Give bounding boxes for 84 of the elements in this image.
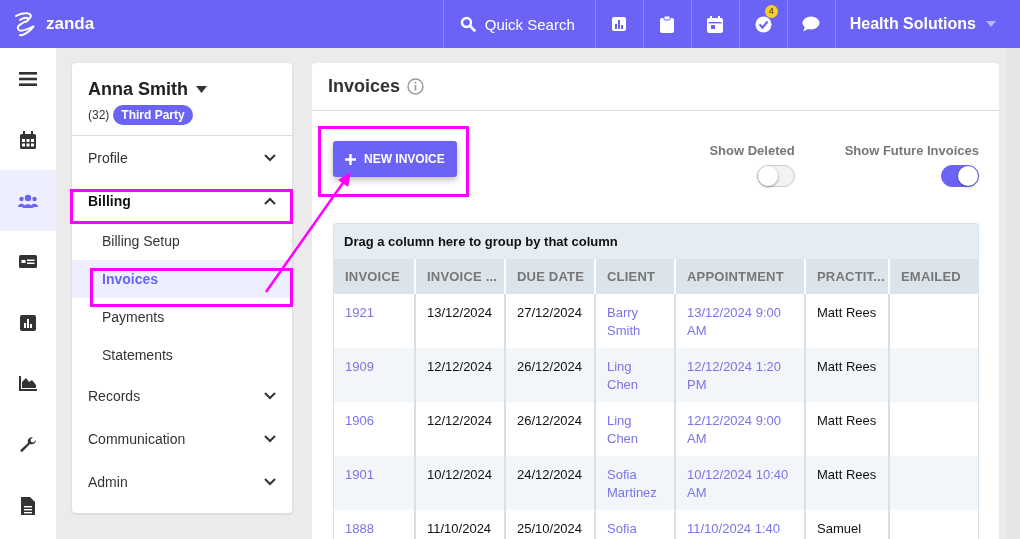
wrench-icon — [19, 435, 37, 454]
menu-item[interactable]: Billing Setup — [72, 222, 292, 260]
column-header[interactable]: INVOICE ... — [416, 259, 506, 294]
table-link[interactable]: Sofia Martinez — [607, 466, 665, 502]
toggle-label: Show Future Invoices — [844, 143, 979, 158]
table-link[interactable]: 10/12/2024 10:40 AM — [687, 466, 795, 502]
menu-item[interactable]: Payments — [72, 298, 292, 336]
calendar-icon — [20, 130, 36, 149]
new-invoice-button[interactable]: NEW INVOICE — [333, 141, 457, 177]
search-icon — [459, 16, 476, 32]
document-icon — [21, 496, 35, 515]
table-cell-text: Matt Rees — [817, 466, 878, 484]
check-tool-button[interactable]: 4 — [738, 0, 787, 48]
table-link[interactable]: 1921 — [345, 304, 405, 322]
bar-chart-icon — [20, 314, 36, 331]
toggle-switch[interactable] — [756, 165, 795, 187]
chevron-icon — [264, 391, 276, 400]
table-cell-text: 13/12/2024 — [427, 304, 494, 322]
menu-icon — [19, 71, 37, 86]
notification-badge: 4 — [764, 5, 778, 18]
logo-text: zanda — [46, 14, 95, 34]
table-link[interactable]: 13/12/2024 9:00 AM — [687, 304, 795, 340]
calendar-icon — [707, 15, 724, 33]
table-cell-text: Matt Rees — [817, 358, 878, 376]
menu-item[interactable]: Statements — [72, 336, 292, 374]
chevron-icon — [264, 153, 276, 162]
client-name[interactable]: Anna Smith — [88, 79, 188, 100]
table-link[interactable]: Ling Chen — [607, 412, 665, 448]
column-header[interactable]: INVOICE — [334, 259, 416, 294]
quick-search-button[interactable]: Quick Search — [442, 0, 595, 48]
table-cell-text: 11/10/2024 — [427, 520, 493, 538]
bar-chart-icon — [611, 16, 628, 32]
caret-icon[interactable] — [196, 86, 207, 93]
table-link[interactable]: 12/12/2024 1:20 PM — [687, 358, 795, 394]
area-chart-icon — [19, 376, 37, 391]
table-link[interactable]: 1901 — [345, 466, 405, 484]
table-link[interactable]: 1888 — [345, 520, 405, 538]
menu-section[interactable]: Communication — [72, 417, 292, 460]
toggle-switch[interactable] — [941, 165, 979, 187]
check-circle-icon — [754, 15, 772, 33]
table-cell-text: 25/10/2024 — [517, 520, 584, 538]
column-header[interactable]: DUE DATE — [506, 259, 596, 294]
chevron-icon — [264, 196, 276, 205]
table-cell-text: 26/12/2024 — [517, 358, 584, 376]
client-count: (32) — [88, 108, 110, 122]
people-icon — [18, 193, 38, 208]
table-cell-text: Samuel — [817, 520, 863, 538]
column-header[interactable]: EMAILED — [890, 259, 978, 294]
table-link[interactable]: Ling Chen — [607, 358, 665, 394]
table-cell-text: Matt Rees — [817, 304, 878, 322]
chevron-icon — [264, 477, 276, 486]
table-link[interactable]: 12/12/2024 9:00 AM — [687, 412, 795, 448]
caret-icon — [986, 21, 996, 27]
table-link[interactable]: 1906 — [345, 412, 405, 430]
table-link[interactable]: Sofia — [607, 520, 665, 538]
client-tag: Third Party — [113, 105, 193, 125]
table-cell-text: 27/12/2024 — [517, 304, 584, 322]
table-link[interactable]: Barry Smith — [607, 304, 665, 340]
table-cell-text: Matt Rees — [817, 412, 878, 430]
scrollbar[interactable] — [1007, 48, 1020, 539]
group-hint: Drag a column here to group by that column — [344, 234, 618, 249]
column-header[interactable]: APPOINTMENT — [676, 259, 806, 294]
id-card-icon — [19, 255, 37, 268]
table-cell-text: 10/12/2024 — [427, 466, 494, 484]
chat-icon — [802, 16, 821, 32]
column-header[interactable]: PRACTIT... — [806, 259, 890, 294]
table-cell-text: 12/12/2024 — [427, 412, 494, 430]
table-link[interactable]: 1909 — [345, 358, 405, 376]
menu-section[interactable]: Profile — [72, 136, 292, 179]
account-dropdown[interactable]: Health Solutions — [834, 0, 1008, 48]
table-link[interactable]: 11/10/2024 1:40 — [687, 520, 795, 538]
plus-icon — [345, 153, 356, 165]
info-icon[interactable] — [407, 78, 425, 95]
column-header[interactable]: CLIENT — [596, 259, 676, 294]
clipboard-icon — [660, 15, 675, 33]
table-cell-text: 26/12/2024 — [517, 412, 584, 430]
toggle-label: Show Deleted — [709, 143, 795, 158]
menu-section[interactable]: Admin — [72, 460, 292, 503]
chevron-icon — [264, 434, 276, 443]
menu-section[interactable]: Billing — [72, 179, 292, 222]
table-cell-text: 12/12/2024 — [427, 358, 494, 376]
table-cell-text: 24/12/2024 — [517, 466, 584, 484]
menu-section[interactable]: Records — [72, 374, 292, 417]
page-title: Invoices — [328, 76, 401, 97]
